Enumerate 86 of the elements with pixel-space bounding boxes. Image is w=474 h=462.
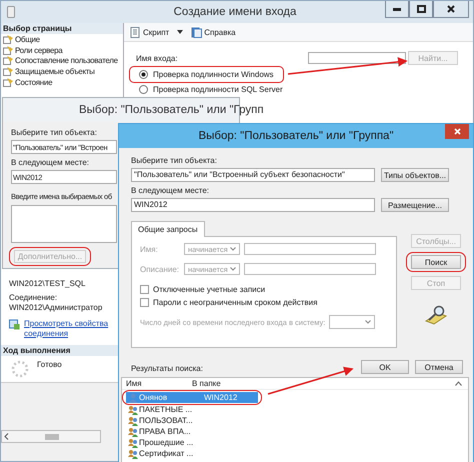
group-icon xyxy=(128,416,138,426)
checkbox-option[interactable]: Пароли с неограниченным сроком действия xyxy=(140,296,388,309)
location-field: WIN2012 xyxy=(131,198,375,212)
object-type-field: "Пользователь" или "Встроенный субъект безопасности" xyxy=(131,168,375,182)
checkbox-option[interactable]: Отключенные учетные записи xyxy=(140,283,388,296)
radio-button[interactable] xyxy=(139,85,148,94)
user-icon xyxy=(128,392,138,402)
query-field[interactable] xyxy=(244,263,376,275)
toolbar-button[interactable]: Скрипт xyxy=(130,26,170,38)
query-field[interactable] xyxy=(244,243,376,255)
scroll-up-icon[interactable] xyxy=(455,381,462,386)
connection-user: WIN2012\Администратор xyxy=(9,302,104,313)
result-name: Прошедшие ... xyxy=(139,438,194,447)
query-label: Имя: xyxy=(140,244,159,254)
result-row[interactable]: Прошедшие ... xyxy=(126,437,258,448)
result-folder: WIN2012 xyxy=(203,393,238,402)
action-button[interactable]: Поиск xyxy=(411,255,461,269)
highlight-ring xyxy=(406,252,466,272)
tab[interactable]: Общие запросы xyxy=(131,221,205,237)
maximize-icon xyxy=(416,5,426,13)
group-icon xyxy=(128,448,138,458)
window-title: Создание имени входа xyxy=(174,6,296,18)
help-icon xyxy=(191,26,202,38)
object-type-label: Выберите тип объекта: xyxy=(131,156,217,165)
dialog-title: Выбор: "Пользователь" или "Группа" xyxy=(198,130,394,142)
object-types-button[interactable]: Типы объектов... xyxy=(381,168,449,182)
dialog-title: Выбор: "Пользователь" или "Групп xyxy=(79,104,264,116)
chevron-down-icon xyxy=(230,267,236,271)
scroll-left-icon xyxy=(4,433,9,440)
column-header[interactable]: Имя xyxy=(122,378,188,388)
close-icon xyxy=(447,5,455,13)
result-row[interactable]: Сертификат ... xyxy=(126,448,258,459)
scroll-thumb[interactable] xyxy=(45,434,59,440)
section-header: Выбор страницы xyxy=(1,23,123,34)
minimize-icon xyxy=(393,8,401,10)
toolbar-button[interactable]: Справка xyxy=(191,26,236,38)
locations-button[interactable]: Размещение... xyxy=(381,198,449,212)
result-row[interactable]: ПОЛЬЗОВАТ... xyxy=(126,415,258,426)
maximize-button[interactable] xyxy=(409,1,433,18)
login-name-label: Имя входа: xyxy=(136,54,179,62)
horizontal-scrollbar[interactable] xyxy=(1,430,101,443)
sidebar-item[interactable]: Роли сервера xyxy=(1,44,123,56)
connection-label: Соединение: xyxy=(9,292,58,303)
results-label: Результаты поиска: xyxy=(131,364,203,374)
dropdown-caret-icon[interactable] xyxy=(177,30,184,34)
result-name: ПАКЕТНЫЕ ... xyxy=(139,405,194,414)
result-name: ПОЛЬЗОВАТ... xyxy=(139,416,194,425)
chevron-down-icon xyxy=(365,320,372,324)
progress-status: Готово xyxy=(37,360,62,369)
properties-icon xyxy=(9,318,20,330)
group-icon xyxy=(128,438,138,448)
chevron-down-icon xyxy=(230,247,236,251)
login-name-field[interactable] xyxy=(308,52,406,64)
column-header[interactable]: В папке xyxy=(188,378,254,388)
sidebar-item[interactable]: Сопоставление пользователе xyxy=(1,55,123,66)
checkbox[interactable] xyxy=(140,298,149,307)
location-label: В следующем месте: xyxy=(11,158,90,167)
group-icon xyxy=(128,426,138,436)
spinner-icon xyxy=(11,360,29,378)
cancel-button[interactable]: Отмена xyxy=(415,360,463,374)
checkbox[interactable] xyxy=(140,285,149,294)
radio-button[interactable] xyxy=(139,70,148,79)
script-icon xyxy=(130,26,141,38)
app-icon xyxy=(7,6,15,18)
sidebar-item[interactable]: Защищаемые объекты xyxy=(1,66,123,77)
radio-option[interactable]: Проверка подлинности SQL Server xyxy=(137,84,285,95)
result-name: ПРАВА ВПА... xyxy=(139,427,192,436)
radio-option[interactable]: Проверка подлинности Windows xyxy=(137,69,276,80)
minimize-button[interactable] xyxy=(385,1,409,18)
server-name: WIN2012\TEST_SQL xyxy=(9,278,86,289)
names-field[interactable] xyxy=(11,205,117,243)
query-label: Описание: xyxy=(140,264,180,274)
close-button[interactable] xyxy=(433,1,469,18)
result-name: Сертификат ... xyxy=(139,449,194,458)
group-icon xyxy=(128,404,138,414)
view-connection-properties-link[interactable]: Просмотреть свойства соединения xyxy=(24,318,112,339)
location-label: В следующем месте: xyxy=(131,186,210,195)
close-icon xyxy=(454,128,460,135)
ok-button[interactable]: OK xyxy=(361,360,409,374)
sidebar-item[interactable]: Общие xyxy=(1,34,123,45)
sidebar-item[interactable]: Состояние xyxy=(1,76,123,88)
object-type-label: Выберите тип объекта: xyxy=(11,128,97,137)
search-tool-icon xyxy=(424,305,448,325)
result-row[interactable]: ПРАВА ВПА... xyxy=(126,426,258,437)
result-row[interactable]: ПАКЕТНЫЕ ... xyxy=(126,404,258,415)
result-name: Онянов xyxy=(139,393,168,402)
